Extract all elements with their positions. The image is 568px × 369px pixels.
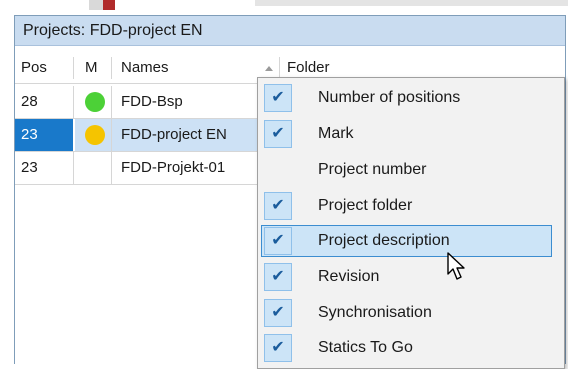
menu-item-revision[interactable]: ✔ Revision — [258, 260, 564, 296]
checkmark-icon: ✔ — [264, 120, 292, 148]
checkmark-icon: ✔ — [264, 334, 292, 362]
checkmark-icon: ✔ — [264, 192, 292, 220]
checkmark-icon: ✔ — [264, 299, 292, 327]
column-header-mark[interactable]: M — [85, 53, 98, 83]
menu-item-number-of-positions[interactable]: ✔ Number of positions — [258, 81, 564, 117]
menu-item-synchronisation[interactable]: ✔ Synchronisation — [258, 296, 564, 332]
mouse-cursor-icon — [447, 252, 465, 280]
cell-name: FDD-Bsp — [121, 93, 183, 110]
cell-name: FDD-Projekt-01 — [121, 159, 226, 176]
mark-green-icon — [85, 92, 105, 112]
menu-item-mark[interactable]: ✔ Mark — [258, 117, 564, 153]
column-separator[interactable] — [111, 57, 112, 79]
menu-item-label: Project description — [318, 232, 450, 249]
mark-yellow-icon — [85, 125, 105, 145]
menu-item-label: Number of positions — [318, 89, 461, 106]
sort-ascending-icon — [265, 66, 273, 71]
cell-name: FDD-project EN — [121, 126, 227, 143]
panel-title: Projects: FDD-project EN — [15, 16, 565, 46]
column-header-pos[interactable]: Pos — [21, 53, 47, 83]
grid-line — [73, 152, 74, 184]
menu-item-label: Revision — [318, 268, 380, 285]
column-separator[interactable] — [279, 57, 280, 79]
toolbar-icon-red[interactable] — [103, 0, 115, 10]
app-top-strip — [0, 0, 568, 14]
menu-item-label: Project number — [318, 161, 427, 178]
menu-item-project-number[interactable]: Project number — [258, 153, 564, 189]
menu-item-label: Statics To Go — [318, 339, 413, 356]
grid-line — [111, 119, 112, 151]
checkmark-icon: ✔ — [264, 227, 292, 255]
menu-item-label: Project folder — [318, 197, 413, 214]
column-separator[interactable] — [73, 57, 74, 79]
column-chooser-menu: ✔ Number of positions ✔ Mark Project num… — [257, 77, 565, 369]
row-divider — [15, 184, 265, 185]
cell-pos: 23 — [21, 159, 38, 176]
toolbar-icon[interactable] — [89, 0, 103, 10]
checkmark-icon: ✔ — [264, 263, 292, 291]
toolbar-strip — [255, 0, 568, 6]
cell-pos: 23 — [21, 126, 38, 143]
menu-item-label: Mark — [318, 125, 354, 142]
menu-item-project-description[interactable]: ✔ Project description — [258, 224, 564, 260]
menu-item-label: Synchronisation — [318, 304, 432, 321]
grid-line — [111, 152, 112, 184]
cell-pos: 28 — [21, 93, 38, 110]
grid-line — [73, 86, 74, 118]
column-header-names[interactable]: Names — [121, 53, 169, 83]
checkmark-icon: ✔ — [264, 84, 292, 112]
menu-item-statics-to-go[interactable]: ✔ Statics To Go — [258, 331, 564, 367]
menu-item-project-folder[interactable]: ✔ Project folder — [258, 189, 564, 225]
grid-line — [111, 86, 112, 118]
